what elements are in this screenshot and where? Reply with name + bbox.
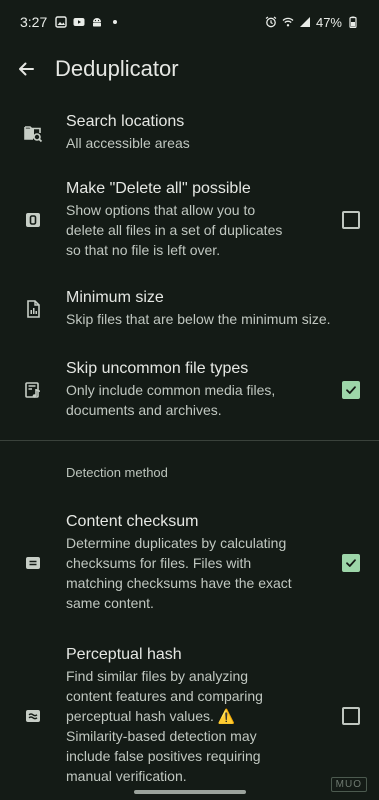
checkbox-container (323, 210, 379, 229)
setting-text: Minimum size Skip files that are below t… (66, 288, 379, 329)
gesture-bar[interactable] (133, 790, 246, 794)
notification-dot-icon (113, 20, 118, 24)
toolbar: Deduplicator (0, 44, 379, 94)
image-icon (55, 16, 67, 28)
setting-subtitle: Show options that allow you to delete al… (66, 202, 283, 258)
android-icon (91, 16, 103, 28)
setting-content-checksum[interactable]: Content checksum Determine duplicates by… (0, 492, 379, 625)
checkbox-container (323, 706, 379, 725)
battery-percent: 47% (315, 14, 342, 30)
setting-text: Search locations All accessible areas (66, 112, 379, 153)
setting-subtitle: Determine duplicates by calculating chec… (66, 535, 292, 611)
status-left: 3:27 (20, 14, 118, 30)
zero-box-icon (0, 210, 66, 230)
page-title: Deduplicator (55, 56, 179, 81)
setting-text: Perceptual hash Find similar files by an… (66, 645, 323, 786)
setting-subtitle: Find similar files by analyzing content … (66, 668, 263, 784)
delete-all-checkbox[interactable] (342, 210, 360, 229)
back-button[interactable] (0, 44, 52, 94)
watermark-logo: MUO (330, 777, 367, 792)
skip-uncommon-checkbox[interactable] (342, 380, 360, 399)
setting-perceptual-hash[interactable]: Perceptual hash Find similar files by an… (0, 625, 379, 798)
setting-title: Content checksum (66, 513, 199, 530)
wifi-icon (282, 16, 294, 28)
status-right: 47% (265, 15, 359, 30)
status-time: 3:27 (20, 14, 48, 30)
setting-text: Make "Delete all" possible Show options … (66, 179, 323, 260)
approx-equal-box-icon (0, 706, 66, 726)
status-bar: 3:27 47% (0, 0, 379, 44)
youtube-icon (73, 16, 85, 28)
setting-title: Make "Delete all" possible (66, 180, 251, 197)
content-checksum-checkbox[interactable] (342, 553, 360, 572)
setting-title: Skip uncommon file types (66, 360, 249, 377)
section-header-detection: Detection method (66, 465, 168, 480)
setting-subtitle: Only include common media files, documen… (66, 382, 276, 418)
equal-box-icon (0, 553, 66, 573)
setting-title: Search locations (66, 113, 185, 130)
check-icon (346, 558, 356, 567)
setting-delete-all[interactable]: Make "Delete all" possible Show options … (0, 167, 379, 272)
checkbox-container (323, 553, 379, 572)
setting-title: Minimum size (66, 289, 164, 306)
setting-title: Perceptual hash (66, 646, 182, 663)
setting-subtitle: All accessible areas (66, 135, 190, 151)
file-chart-icon (0, 299, 66, 319)
back-arrow-icon (19, 62, 34, 76)
signal-icon (299, 16, 311, 28)
setting-minimum-size[interactable]: Minimum size Skip files that are below t… (0, 272, 379, 343)
setting-text: Content checksum Determine duplicates by… (66, 512, 323, 613)
setting-skip-uncommon[interactable]: Skip uncommon file types Only include co… (0, 343, 379, 432)
checkbox-container (323, 380, 379, 399)
setting-text: Skip uncommon file types Only include co… (66, 359, 323, 420)
settings-list: Search locations All accessible areas Ma… (0, 100, 379, 798)
battery-icon (347, 16, 359, 28)
file-music-icon (0, 380, 66, 400)
perceptual-hash-checkbox[interactable] (342, 706, 360, 725)
setting-search-locations[interactable]: Search locations All accessible areas (0, 100, 379, 167)
folder-search-icon (0, 123, 66, 143)
check-icon (346, 385, 356, 394)
alarm-icon (265, 16, 277, 28)
setting-subtitle: Skip files that are below the minimum si… (66, 311, 331, 327)
